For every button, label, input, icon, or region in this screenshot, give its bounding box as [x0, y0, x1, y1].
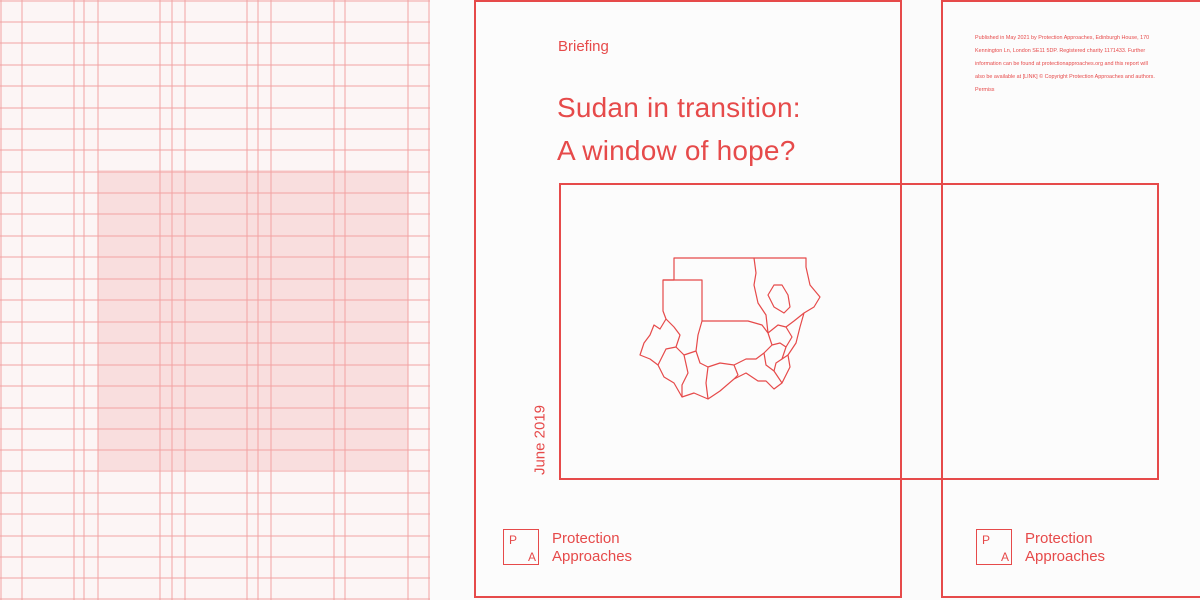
- logo-letter-p: P: [509, 533, 518, 547]
- logo-letter-p: P: [982, 533, 991, 547]
- front-cover-right-edge: [900, 183, 902, 480]
- publisher-name-line-1: Protection: [1025, 530, 1093, 547]
- logo-letter-a: A: [528, 550, 537, 564]
- map-region: [773, 358, 783, 372]
- map-region: [665, 318, 681, 348]
- logo-letter-a: A: [1001, 550, 1010, 564]
- map-region: [767, 284, 791, 314]
- map-region: [639, 257, 821, 400]
- map-region: [771, 342, 787, 348]
- map-region: [681, 354, 689, 397]
- map-region: [753, 257, 769, 334]
- layout-grid: [0, 0, 430, 600]
- map-region: [663, 279, 703, 321]
- briefing-label: Briefing: [558, 38, 609, 55]
- map-outline: [639, 257, 821, 400]
- map-region: [767, 312, 805, 334]
- map-region: [705, 366, 709, 400]
- map-region: [707, 352, 765, 368]
- date-label: June 2019: [531, 404, 549, 476]
- design-canvas: Briefing Sudan in transition: A window o…: [0, 0, 1200, 600]
- map-region: [657, 346, 697, 366]
- spine-gap: [902, 183, 941, 480]
- map-region: [702, 320, 769, 334]
- back-cover-left-edge: [941, 183, 943, 480]
- publisher-name-line-2: Approaches: [552, 548, 633, 565]
- map-region: [763, 332, 783, 384]
- map-region: [781, 326, 793, 360]
- grid-lines: [0, 0, 430, 600]
- title-line-2: A window of hope?: [557, 135, 796, 166]
- title-line-1: Sudan in transition:: [557, 92, 801, 123]
- publisher-name-line-1: Protection: [552, 530, 620, 547]
- publication-note: Published in May 2021 by Protection Appr…: [975, 35, 1155, 93]
- map-region: [695, 320, 709, 368]
- sudan-map: [639, 257, 821, 400]
- publisher-name-line-2: Approaches: [1025, 548, 1106, 565]
